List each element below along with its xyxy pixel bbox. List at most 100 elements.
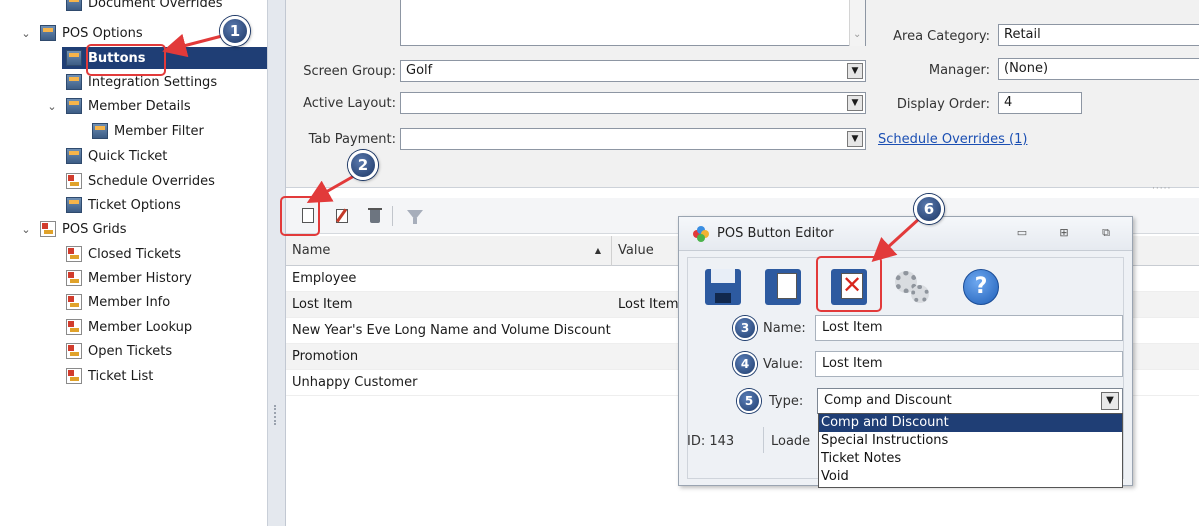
floppy-slot <box>715 293 731 303</box>
tree-item-ticket-list[interactable]: Ticket List <box>66 365 153 387</box>
tab-payment-combo[interactable]: ▼ <box>400 128 866 150</box>
tree-item-pos-options[interactable]: POS Options <box>40 22 143 44</box>
app-logo-icon <box>693 226 709 242</box>
edit-button[interactable] <box>332 206 354 226</box>
manager-combo[interactable]: (None) <box>998 58 1199 80</box>
tree-item-label: Member Details <box>88 98 191 114</box>
tree-item-member-lookup[interactable]: Member Lookup <box>66 316 192 338</box>
cell-name: Unhappy Customer <box>292 375 418 390</box>
dropdown-arrow-icon[interactable]: ▼ <box>1101 392 1119 410</box>
tree-item-member-filter[interactable]: Member Filter <box>92 120 204 142</box>
panel-splitter[interactable] <box>268 0 286 526</box>
callout-1: 1 <box>220 16 250 46</box>
highlight-delete-record <box>816 256 882 312</box>
highlight-new-button <box>280 196 320 236</box>
tree-item-label: Member Lookup <box>88 319 193 335</box>
delete-button[interactable] <box>364 206 386 226</box>
active-layout-label: Active Layout: <box>303 96 396 111</box>
value-input[interactable]: Lost Item <box>815 351 1123 377</box>
type-label: Type: <box>769 394 804 409</box>
type-option[interactable]: Void <box>819 468 1122 486</box>
grid-report-icon <box>40 221 56 237</box>
cell-value: Lost Item <box>618 297 679 312</box>
tree-item-label: Integration Settings <box>88 74 218 90</box>
grid-report-icon <box>66 294 82 310</box>
column-header-name[interactable]: Name ▲ <box>286 236 612 266</box>
tree-item-label: Member Filter <box>114 123 204 139</box>
options-icon <box>66 197 82 213</box>
loaded-status: Loade <box>771 434 811 449</box>
display-order-value: 4 <box>1004 95 1013 110</box>
cell-name: Employee <box>292 271 357 286</box>
grid-report-icon <box>66 368 82 384</box>
tree-item-ticket-options[interactable]: Ticket Options <box>66 194 181 216</box>
dropdown-arrow-icon[interactable]: ▼ <box>847 63 863 79</box>
save-button[interactable] <box>701 267 745 307</box>
tree-item-member-history[interactable]: Member History <box>66 267 192 289</box>
navigation-tree: Document Overrides ⌄ POS Options Buttons… <box>0 0 268 526</box>
callout-2: 2 <box>348 150 378 180</box>
button-details-form: Screen Group: Golf ▼ Active Layout: ▼ Ta… <box>286 0 1199 194</box>
notes-scrollbar[interactable] <box>849 0 865 46</box>
restore-icon[interactable]: ⊞ <box>1057 227 1071 239</box>
active-layout-combo[interactable]: ▼ <box>400 92 866 114</box>
dialog-titlebar[interactable]: POS Button Editor ▭ ⊞ ⧉ <box>679 217 1132 251</box>
collapse-caret-icon[interactable]: ⌄ <box>20 223 32 236</box>
record-id: ID: 143 <box>687 434 735 449</box>
screen-group-combo[interactable]: Golf ▼ <box>400 60 866 82</box>
screen-group-value: Golf <box>406 63 433 78</box>
tree-item-schedule-overrides[interactable]: Schedule Overrides <box>66 170 215 192</box>
floppy-label <box>711 269 735 283</box>
area-category-combo[interactable]: Retail <box>998 24 1199 46</box>
tree-item-label: Document Overrides <box>88 0 223 11</box>
type-option[interactable]: Special Instructions <box>819 432 1122 450</box>
display-order-input[interactable]: 4 <box>998 92 1082 114</box>
schedule-overrides-link[interactable]: Schedule Overrides (1) <box>878 132 1027 147</box>
grid-report-icon <box>66 246 82 262</box>
tree-item-member-info[interactable]: Member Info <box>66 291 170 313</box>
step-badge-4: 4 <box>733 352 757 376</box>
tree-item-label: Ticket List <box>88 368 154 384</box>
column-header-name-label: Name <box>292 243 331 258</box>
sort-ascending-icon: ▲ <box>594 246 601 255</box>
type-dropdown-list: Comp and Discount Special Instructions T… <box>818 413 1123 488</box>
callout-6: 6 <box>914 194 944 224</box>
cell-name: Lost Item <box>292 297 353 312</box>
save-and-new-button[interactable] <box>761 267 805 307</box>
type-option[interactable]: Comp and Discount <box>819 414 1122 432</box>
step-badge-3: 3 <box>733 316 757 340</box>
type-option[interactable]: Ticket Notes <box>819 450 1122 468</box>
options-icon <box>92 123 108 139</box>
settings-button[interactable] <box>891 267 935 307</box>
name-input[interactable]: Lost Item <box>815 315 1123 341</box>
dropdown-arrow-icon[interactable]: ▼ <box>847 131 863 147</box>
minimize-icon[interactable]: ▭ <box>1015 227 1029 239</box>
area-category-value: Retail <box>1004 27 1041 42</box>
tree-item-closed-tickets[interactable]: Closed Tickets <box>66 243 181 265</box>
splitter-grip[interactable] <box>274 405 278 425</box>
close-icon[interactable]: ⧉ <box>1099 227 1113 239</box>
notes-textarea[interactable] <box>400 0 866 46</box>
toolbar-separator <box>392 206 393 226</box>
options-icon <box>66 148 82 164</box>
tree-item-member-details[interactable]: Member Details <box>66 95 191 117</box>
resize-grip[interactable]: ····· <box>1152 184 1171 194</box>
tab-payment-label: Tab Payment: <box>308 132 396 147</box>
name-label: Name: <box>763 321 806 336</box>
tree-item-label: POS Grids <box>62 221 127 237</box>
tree-item-label: Closed Tickets <box>88 246 182 262</box>
filter-button[interactable] <box>404 206 426 226</box>
help-button[interactable]: ? <box>959 267 1003 307</box>
display-order-label: Display Order: <box>896 97 990 112</box>
collapse-caret-icon[interactable]: ⌄ <box>46 100 58 113</box>
tree-item-pos-grids[interactable]: POS Grids <box>40 218 127 240</box>
collapse-caret-icon[interactable]: ⌄ <box>20 27 32 40</box>
value-label: Value: <box>763 357 804 372</box>
manager-value: (None) <box>1004 61 1049 76</box>
tree-item-document-overrides[interactable]: Document Overrides <box>66 0 223 14</box>
tree-item-quick-ticket[interactable]: Quick Ticket <box>66 145 167 167</box>
dropdown-arrow-icon[interactable]: ▼ <box>847 95 863 111</box>
type-select[interactable]: Comp and Discount ▼ <box>817 388 1123 414</box>
type-value: Comp and Discount <box>824 393 952 408</box>
tree-item-open-tickets[interactable]: Open Tickets <box>66 340 172 362</box>
